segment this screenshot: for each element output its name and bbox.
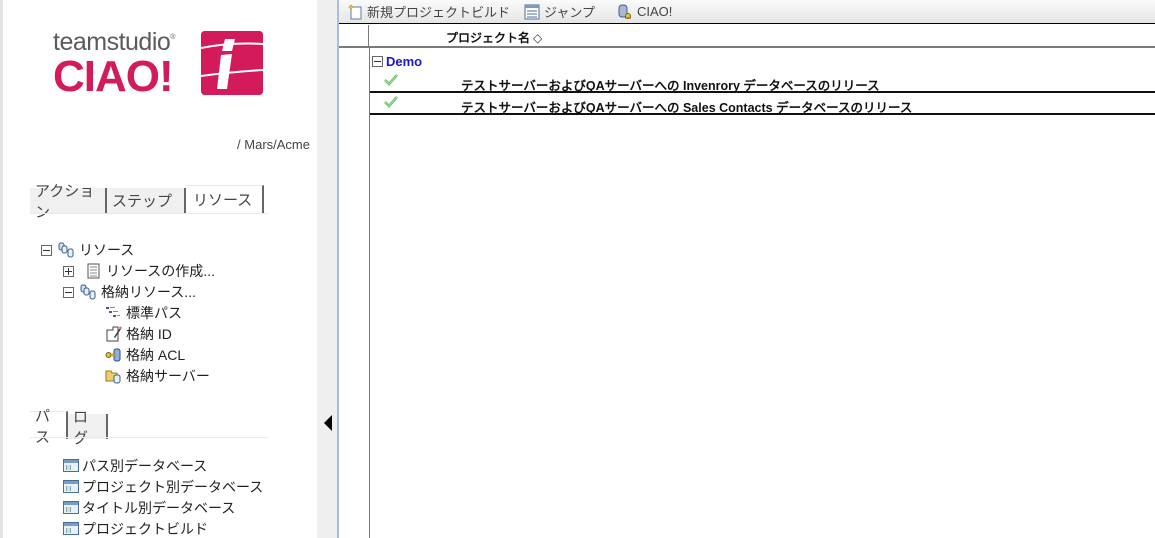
tree-item-stored-resources[interactable]: 格納リソース... — [63, 282, 196, 302]
collapse-icon[interactable] — [41, 244, 52, 256]
database-group-icon — [80, 284, 97, 300]
project-title: テストサーバーおよびQAサーバーへの Sales Contacts データベース… — [461, 101, 913, 115]
tab-actions[interactable]: アクション — [30, 183, 107, 221]
view-icon — [63, 459, 79, 472]
key-database-icon — [105, 347, 122, 363]
selection-column-header — [339, 25, 369, 46]
category-row[interactable]: Demo — [370, 52, 422, 70]
view-item-label: プロジェクト別データベース — [82, 478, 264, 495]
tabs-divider — [30, 213, 268, 214]
ciao-button[interactable]: CIAO! — [617, 4, 672, 20]
view-list: パス別データベース プロジェクト別データベース タイトル別データベース プロジェ… — [63, 455, 263, 538]
list-icon — [524, 4, 540, 20]
new-document-icon — [347, 4, 363, 20]
view-item-by-title[interactable]: タイトル別データベース — [63, 497, 263, 518]
tab-path[interactable]: パス — [30, 408, 68, 446]
tab-steps[interactable]: ステップ — [107, 188, 186, 213]
view-item-by-path[interactable]: パス別データベース — [63, 455, 263, 476]
view-item-label: パス別データベース — [82, 457, 208, 474]
tree-item-label: リソースの作成... — [106, 263, 215, 279]
sidebar-tabs-primary: アクション ステップ リソース — [30, 183, 264, 221]
tab-log[interactable]: ログ — [68, 409, 108, 447]
jump-button[interactable]: ジャンプ — [524, 2, 595, 21]
sidebar-tabs-secondary: パス ログ — [30, 408, 108, 447]
selection-column-divider — [369, 48, 370, 538]
check-icon — [384, 74, 398, 86]
expand-icon[interactable] — [63, 265, 74, 277]
action-bar: 新規プロジェクトビルド ジャンプ CIAO! — [339, 0, 1155, 24]
column-project-name[interactable]: プロジェクト名 ◇ — [446, 29, 542, 46]
view-item-project-builds[interactable]: プロジェクトビルド — [63, 518, 263, 538]
logo-wordmark-large: CIAO! — [53, 52, 174, 101]
table-row[interactable]: テストサーバーおよびQAサーバーへの Invenrory データベースのリリース — [370, 72, 1155, 93]
view-icon — [63, 501, 79, 514]
view-icon — [63, 522, 79, 535]
main-view: 新規プロジェクトビルド ジャンプ CIAO! プロジェクト名 ◇ Demo テス… — [339, 0, 1155, 538]
tree-item-standard-path[interactable]: 標準パス — [105, 303, 182, 323]
ciao-logo-icon — [201, 31, 263, 95]
check-icon — [384, 96, 398, 108]
collapse-icon[interactable] — [63, 286, 74, 298]
tree-item-resources[interactable]: リソース — [41, 240, 134, 260]
folder-database-icon — [105, 368, 122, 384]
tree-item-stored-acl[interactable]: 格納 ACL — [105, 345, 185, 365]
form-document-icon — [85, 263, 102, 279]
pane-splitter[interactable] — [317, 0, 337, 538]
hierarchy-icon — [105, 305, 122, 321]
tab-resources[interactable]: リソース — [186, 185, 264, 213]
view-icon — [63, 480, 79, 493]
tree-item-label: 格納サーバー — [126, 368, 210, 384]
sidebar: teamstudio® CIAO! / Mars/Acme アクション ステップ… — [0, 0, 317, 538]
view-item-by-project[interactable]: プロジェクト別データベース — [63, 476, 263, 497]
button-label: CIAO! — [636, 4, 673, 19]
button-label: ジャンプ — [544, 5, 595, 20]
view-item-label: タイトル別データベース — [82, 499, 236, 516]
tree-item-label: 格納リソース... — [101, 284, 196, 300]
button-label: 新規プロジェクトビルド — [367, 5, 511, 20]
sort-icon[interactable]: ◇ — [533, 31, 542, 45]
database-key-icon — [617, 4, 633, 20]
tree-item-label: リソース — [79, 242, 135, 258]
tree-item-create-resource[interactable]: リソースの作成... — [63, 261, 215, 281]
view-column-header: プロジェクト名 ◇ — [339, 25, 1155, 48]
database-group-icon — [58, 242, 75, 258]
project-title: テストサーバーおよびQAサーバーへの Invenrory データベースのリリース — [461, 79, 880, 93]
user-path: / Mars/Acme — [237, 137, 310, 152]
tree-item-label: 格納 ACL — [126, 347, 186, 363]
tree-item-label: 格納 ID — [126, 326, 172, 342]
collapse-sidebar-arrow-icon[interactable] — [324, 415, 332, 431]
collapse-icon[interactable] — [372, 55, 383, 67]
category-label: Demo — [386, 53, 423, 69]
tree-item-stored-server[interactable]: 格納サーバー — [105, 366, 210, 386]
tabs-divider — [30, 437, 268, 438]
edit-document-icon — [105, 326, 122, 342]
tree-item-label: 標準パス — [126, 305, 182, 321]
table-row[interactable]: テストサーバーおよびQAサーバーへの Sales Contacts データベース… — [370, 94, 1155, 115]
view-body: Demo テストサーバーおよびQAサーバーへの Invenrory データベース… — [339, 48, 1155, 538]
view-item-label: プロジェクトビルド — [82, 520, 208, 537]
new-project-build-button[interactable]: 新規プロジェクトビルド — [347, 2, 510, 21]
tree-item-stored-id[interactable]: 格納 ID — [105, 324, 172, 344]
